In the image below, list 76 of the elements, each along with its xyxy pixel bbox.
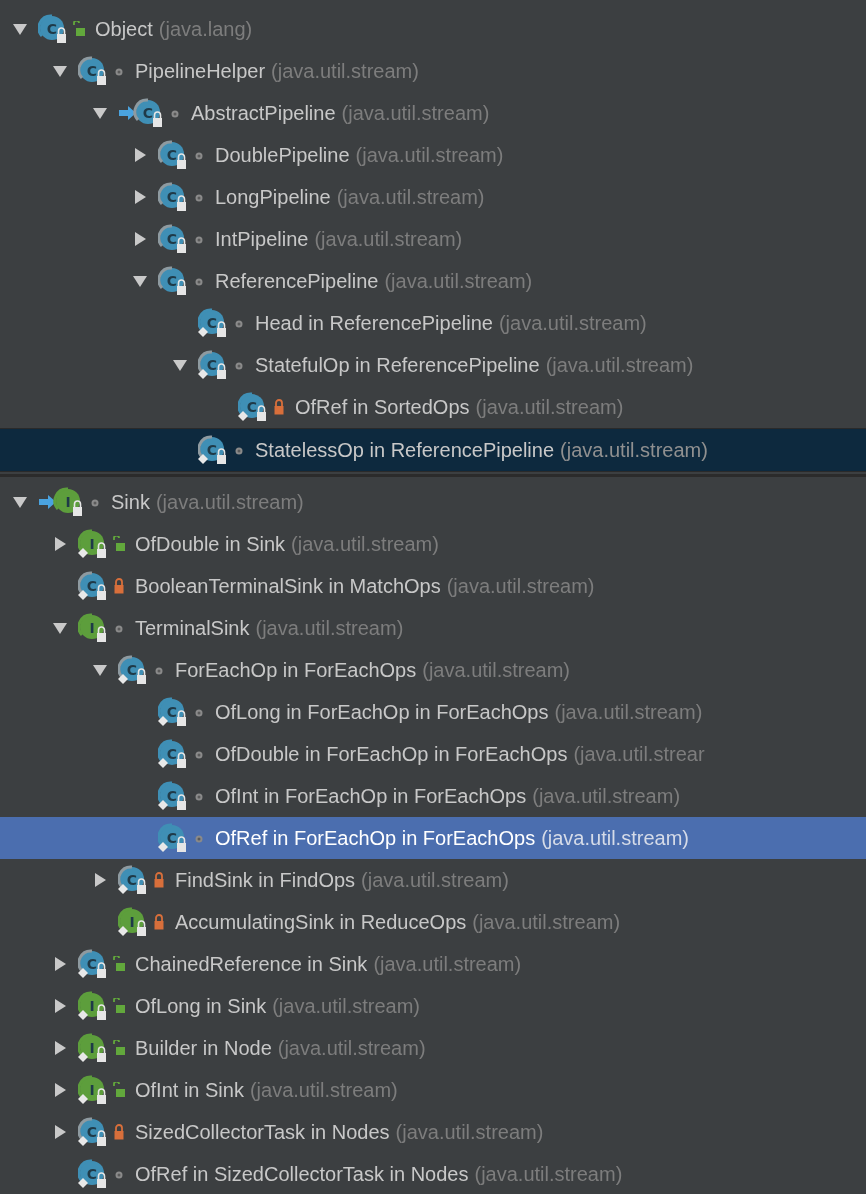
collapse-arrow-icon[interactable]	[52, 536, 68, 552]
class-name[interactable]: ChainedReference in Sink	[135, 952, 368, 976]
package-name: (java.util.stream)	[249, 1078, 398, 1102]
class-name[interactable]: OfRef in SizedCollectorTask in Nodes	[135, 1162, 469, 1186]
package-name: (java.util.stream)	[498, 311, 647, 335]
package-name: (java.util.stream)	[355, 143, 504, 167]
collapse-arrow-icon[interactable]	[52, 1082, 68, 1098]
package-name: (java.util.stream)	[341, 101, 490, 125]
package-name: (java.util.stream)	[272, 994, 420, 1018]
collapse-arrow-icon[interactable]	[132, 147, 148, 163]
package-name: (java.util.stream)	[472, 910, 621, 934]
expand-arrow-icon[interactable]	[52, 63, 68, 79]
package-name: (java.util.stream)	[314, 227, 463, 251]
class-name[interactable]: OfLong in ForEachOp in ForEachOps	[215, 700, 549, 724]
package-name: (java.util.stream)	[446, 574, 595, 598]
expand-arrow-icon[interactable]	[172, 357, 188, 373]
class-name[interactable]: Head in ReferencePipeline	[255, 311, 493, 335]
collapse-arrow-icon[interactable]	[132, 189, 148, 205]
collapse-arrow-icon[interactable]	[132, 231, 148, 247]
package-name: (java.util.stream)	[373, 952, 522, 976]
class-name[interactable]: OfInt in ForEachOp in ForEachOps	[215, 784, 527, 808]
class-name[interactable]: Sink	[111, 490, 150, 514]
package-name: (java.util.stream)	[474, 1162, 623, 1186]
class-name[interactable]: Builder in Node	[135, 1036, 272, 1060]
package-name: (java.lang)	[158, 17, 253, 41]
package-name: (java.util.stream)	[277, 1036, 426, 1060]
class-name: StatelessOp in ReferencePipeline	[255, 438, 555, 462]
expand-arrow-icon[interactable]	[52, 620, 68, 636]
expand-arrow-icon[interactable]	[92, 105, 108, 121]
class-name[interactable]: OfDouble in Sink	[135, 532, 286, 556]
package-name: (java.util.stream)	[554, 700, 703, 724]
class-name[interactable]: OfRef in SortedOps	[295, 395, 470, 419]
class-name[interactable]: ReferencePipeline	[215, 269, 379, 293]
package-name: (java.util.stream)	[155, 490, 304, 514]
expand-arrow-icon[interactable]	[132, 273, 148, 289]
collapse-arrow-icon[interactable]	[52, 956, 68, 972]
class-name[interactable]: ForEachOp in ForEachOps	[175, 658, 417, 682]
collapse-arrow-icon[interactable]	[52, 998, 68, 1014]
class-name[interactable]: OfDouble in ForEachOp in ForEachOps	[215, 742, 568, 766]
selected-tree-row[interactable]: C OfRef in ForEachOp in ForEachOps (java.util.stream)	[0, 817, 866, 859]
class-name[interactable]: TerminalSink	[135, 616, 250, 640]
expand-arrow-icon[interactable]	[12, 494, 28, 510]
package-name: (java.util.stream)	[422, 658, 571, 682]
class-name[interactable]: DoublePipeline	[215, 143, 350, 167]
class-name: OfRef in ForEachOp in ForEachOps	[215, 826, 536, 850]
package-name: (java.util.stream)	[271, 59, 419, 83]
class-name[interactable]: Object	[95, 17, 153, 41]
package-name: (java.util.stream)	[384, 269, 533, 293]
package-name: (java.util.stream)	[475, 395, 624, 419]
package-name: (java.util.strear	[573, 742, 705, 766]
class-name[interactable]: PipelineHelper	[135, 59, 266, 83]
collapse-arrow-icon[interactable]	[92, 872, 108, 888]
collapse-arrow-icon[interactable]	[52, 1124, 68, 1140]
selected-tree-row[interactable]: C StatelessOp in ReferencePipeline (java.util.stream)	[0, 428, 866, 472]
package-name: (java.util.stream)	[255, 616, 404, 640]
package-name: (java.util.stream)	[336, 185, 485, 209]
class-name[interactable]: StatefulOp in ReferencePipeline	[255, 353, 540, 377]
package-name: (java.util.stream)	[541, 826, 689, 850]
class-name[interactable]: AccumulatingSink in ReduceOps	[175, 910, 467, 934]
collapse-arrow-icon[interactable]	[52, 1040, 68, 1056]
package-name: (java.util.stream)	[395, 1120, 544, 1144]
class-name[interactable]: OfLong in Sink	[135, 994, 267, 1018]
class-name[interactable]: LongPipeline	[215, 185, 331, 209]
package-name: (java.util.stream)	[560, 438, 708, 462]
package-name: (java.util.stream)	[545, 353, 694, 377]
class-name[interactable]: SizedCollectorTask in Nodes	[135, 1120, 390, 1144]
package-name: (java.util.stream)	[361, 868, 509, 892]
package-name: (java.util.stream)	[532, 784, 681, 808]
expand-arrow-icon[interactable]	[12, 21, 28, 37]
class-name[interactable]: IntPipeline	[215, 227, 309, 251]
class-name[interactable]: OfInt in Sink	[135, 1078, 244, 1102]
class-name[interactable]: BooleanTerminalSink in MatchOps	[135, 574, 441, 598]
class-name[interactable]: FindSink in FindOps	[175, 868, 356, 892]
package-name: (java.util.stream)	[291, 532, 439, 556]
class-name[interactable]: AbstractPipeline	[191, 101, 336, 125]
expand-arrow-icon[interactable]	[92, 662, 108, 678]
